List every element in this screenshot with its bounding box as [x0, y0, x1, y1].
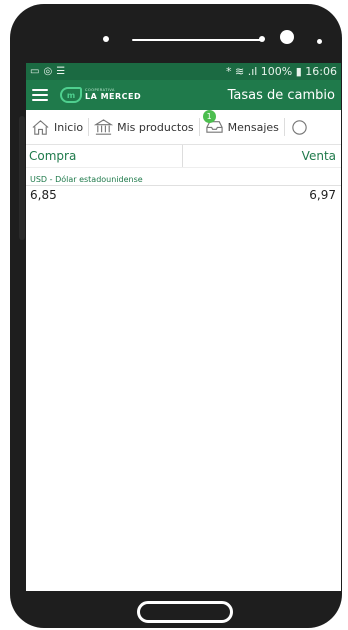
- nav-item-products-label: Mis productos: [117, 120, 194, 134]
- nav-item-messages-label: Mensajes: [227, 120, 279, 134]
- currency-label: USD - Dólar estadounidense: [26, 174, 341, 186]
- table-header: Compra Venta: [26, 145, 341, 168]
- col-sell-header: Venta: [301, 149, 336, 163]
- logo: m COOPERATIVA LA MERCED: [60, 87, 141, 103]
- front-sensor: [103, 36, 109, 42]
- side-button: [19, 116, 25, 240]
- table-row[interactable]: USD - Dólar estadounidense 6,85 6,97: [26, 174, 341, 202]
- logo-title: LA MERCED: [85, 91, 142, 101]
- exit-icon: [292, 119, 307, 135]
- sell-rate: 6,97: [309, 188, 336, 202]
- front-camera: [280, 30, 294, 44]
- home-icon: [32, 119, 49, 135]
- app-bar: m COOPERATIVA LA MERCED Tasas de cambio: [26, 80, 341, 110]
- front-sensor-small: [259, 36, 265, 42]
- bank-icon: [94, 118, 114, 135]
- hamburger-menu-icon[interactable]: [32, 89, 48, 101]
- home-button[interactable]: [137, 601, 233, 623]
- whatsapp-icon: ◎: [43, 66, 53, 77]
- messages-count-badge: 1: [202, 110, 216, 123]
- proximity-sensor: [317, 39, 322, 44]
- status-bar: ▭ ◎ ☰ * ≋ .ıl 100% ▮ 16:06: [26, 63, 341, 80]
- messages-badge-wrapper: 1: [202, 110, 224, 138]
- nav-item-products[interactable]: Mis productos: [89, 110, 199, 144]
- nav-item-home-label: Inicio: [54, 120, 84, 134]
- page-title: Tasas de cambio: [227, 87, 335, 103]
- speaker-grill: [132, 39, 264, 41]
- image-icon: ▭: [30, 66, 40, 77]
- nav-item-home[interactable]: Inicio: [26, 110, 88, 144]
- status-left-icons: ▭ ◎ ☰: [30, 66, 65, 77]
- status-text: * ≋ .ıl 100% ▮ 16:06: [225, 65, 337, 78]
- menu-icon: ☰: [56, 66, 66, 77]
- status-right: * ≋ .ıl 100% ▮ 16:06: [226, 65, 337, 78]
- nav-item-more[interactable]: [285, 110, 314, 144]
- col-buy-header: Compra: [26, 145, 183, 167]
- nav-item-messages[interactable]: 1 Mensajes: [200, 110, 284, 144]
- buy-rate: 6,85: [30, 188, 57, 202]
- app-screen: ▭ ◎ ☰ * ≋ .ıl 100% ▮ 16:06 m COOPERATIVA…: [26, 63, 341, 591]
- nav-bar: Inicio Mis productos 1 Mensajes: [26, 110, 341, 145]
- logo-mark-icon: m: [60, 87, 82, 103]
